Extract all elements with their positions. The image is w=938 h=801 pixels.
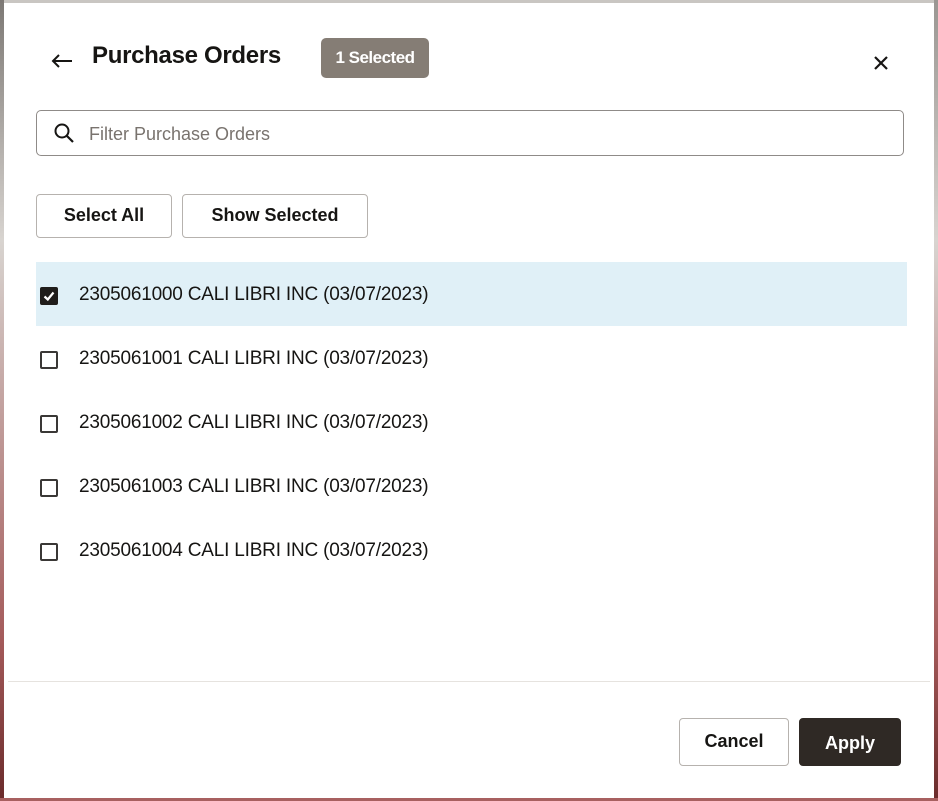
dialog-title: Purchase Orders <box>92 42 281 69</box>
window-edge-top <box>0 0 938 3</box>
selected-count-badge: 1 Selected <box>321 38 429 78</box>
filter-purchase-orders-input[interactable] <box>87 111 891 157</box>
checkbox[interactable] <box>40 543 58 561</box>
list-item-label: 2305061004 CALI LIBRI INC (03/07/2023) <box>79 540 429 561</box>
search-icon <box>53 122 75 144</box>
list-item-label: 2305061000 CALI LIBRI INC (03/07/2023) <box>79 284 429 305</box>
dialog-header: Purchase Orders 1 Selected <box>8 6 930 106</box>
select-all-button[interactable]: Select All <box>36 194 172 238</box>
checkbox[interactable] <box>40 415 58 433</box>
purchase-order-list: 2305061000 CALI LIBRI INC (03/07/2023) 2… <box>36 262 907 582</box>
list-item[interactable]: 2305061003 CALI LIBRI INC (03/07/2023) <box>36 454 907 518</box>
checkbox-checked[interactable] <box>40 287 58 305</box>
checkbox[interactable] <box>40 351 58 369</box>
window-edge-right <box>934 0 938 801</box>
list-item-label: 2305061003 CALI LIBRI INC (03/07/2023) <box>79 476 429 497</box>
list-item[interactable]: 2305061001 CALI LIBRI INC (03/07/2023) <box>36 326 907 390</box>
filter-search-box <box>36 110 904 157</box>
list-item[interactable]: 2305061004 CALI LIBRI INC (03/07/2023) <box>36 518 907 582</box>
purchase-orders-dialog: Purchase Orders 1 Selected Select All Sh… <box>8 6 930 798</box>
list-item-label: 2305061001 CALI LIBRI INC (03/07/2023) <box>79 348 429 369</box>
arrow-left-icon[interactable] <box>50 51 74 71</box>
footer-divider <box>8 681 930 682</box>
cancel-button[interactable]: Cancel <box>679 718 789 766</box>
window-edge-left <box>0 0 4 801</box>
list-item[interactable]: 2305061002 CALI LIBRI INC (03/07/2023) <box>36 390 907 454</box>
list-item-label: 2305061002 CALI LIBRI INC (03/07/2023) <box>79 412 429 433</box>
list-item[interactable]: 2305061000 CALI LIBRI INC (03/07/2023) <box>36 262 907 326</box>
close-icon[interactable] <box>872 54 890 72</box>
show-selected-button[interactable]: Show Selected <box>182 194 368 238</box>
apply-button[interactable]: Apply <box>799 718 901 766</box>
checkbox[interactable] <box>40 479 58 497</box>
check-icon <box>43 291 55 302</box>
